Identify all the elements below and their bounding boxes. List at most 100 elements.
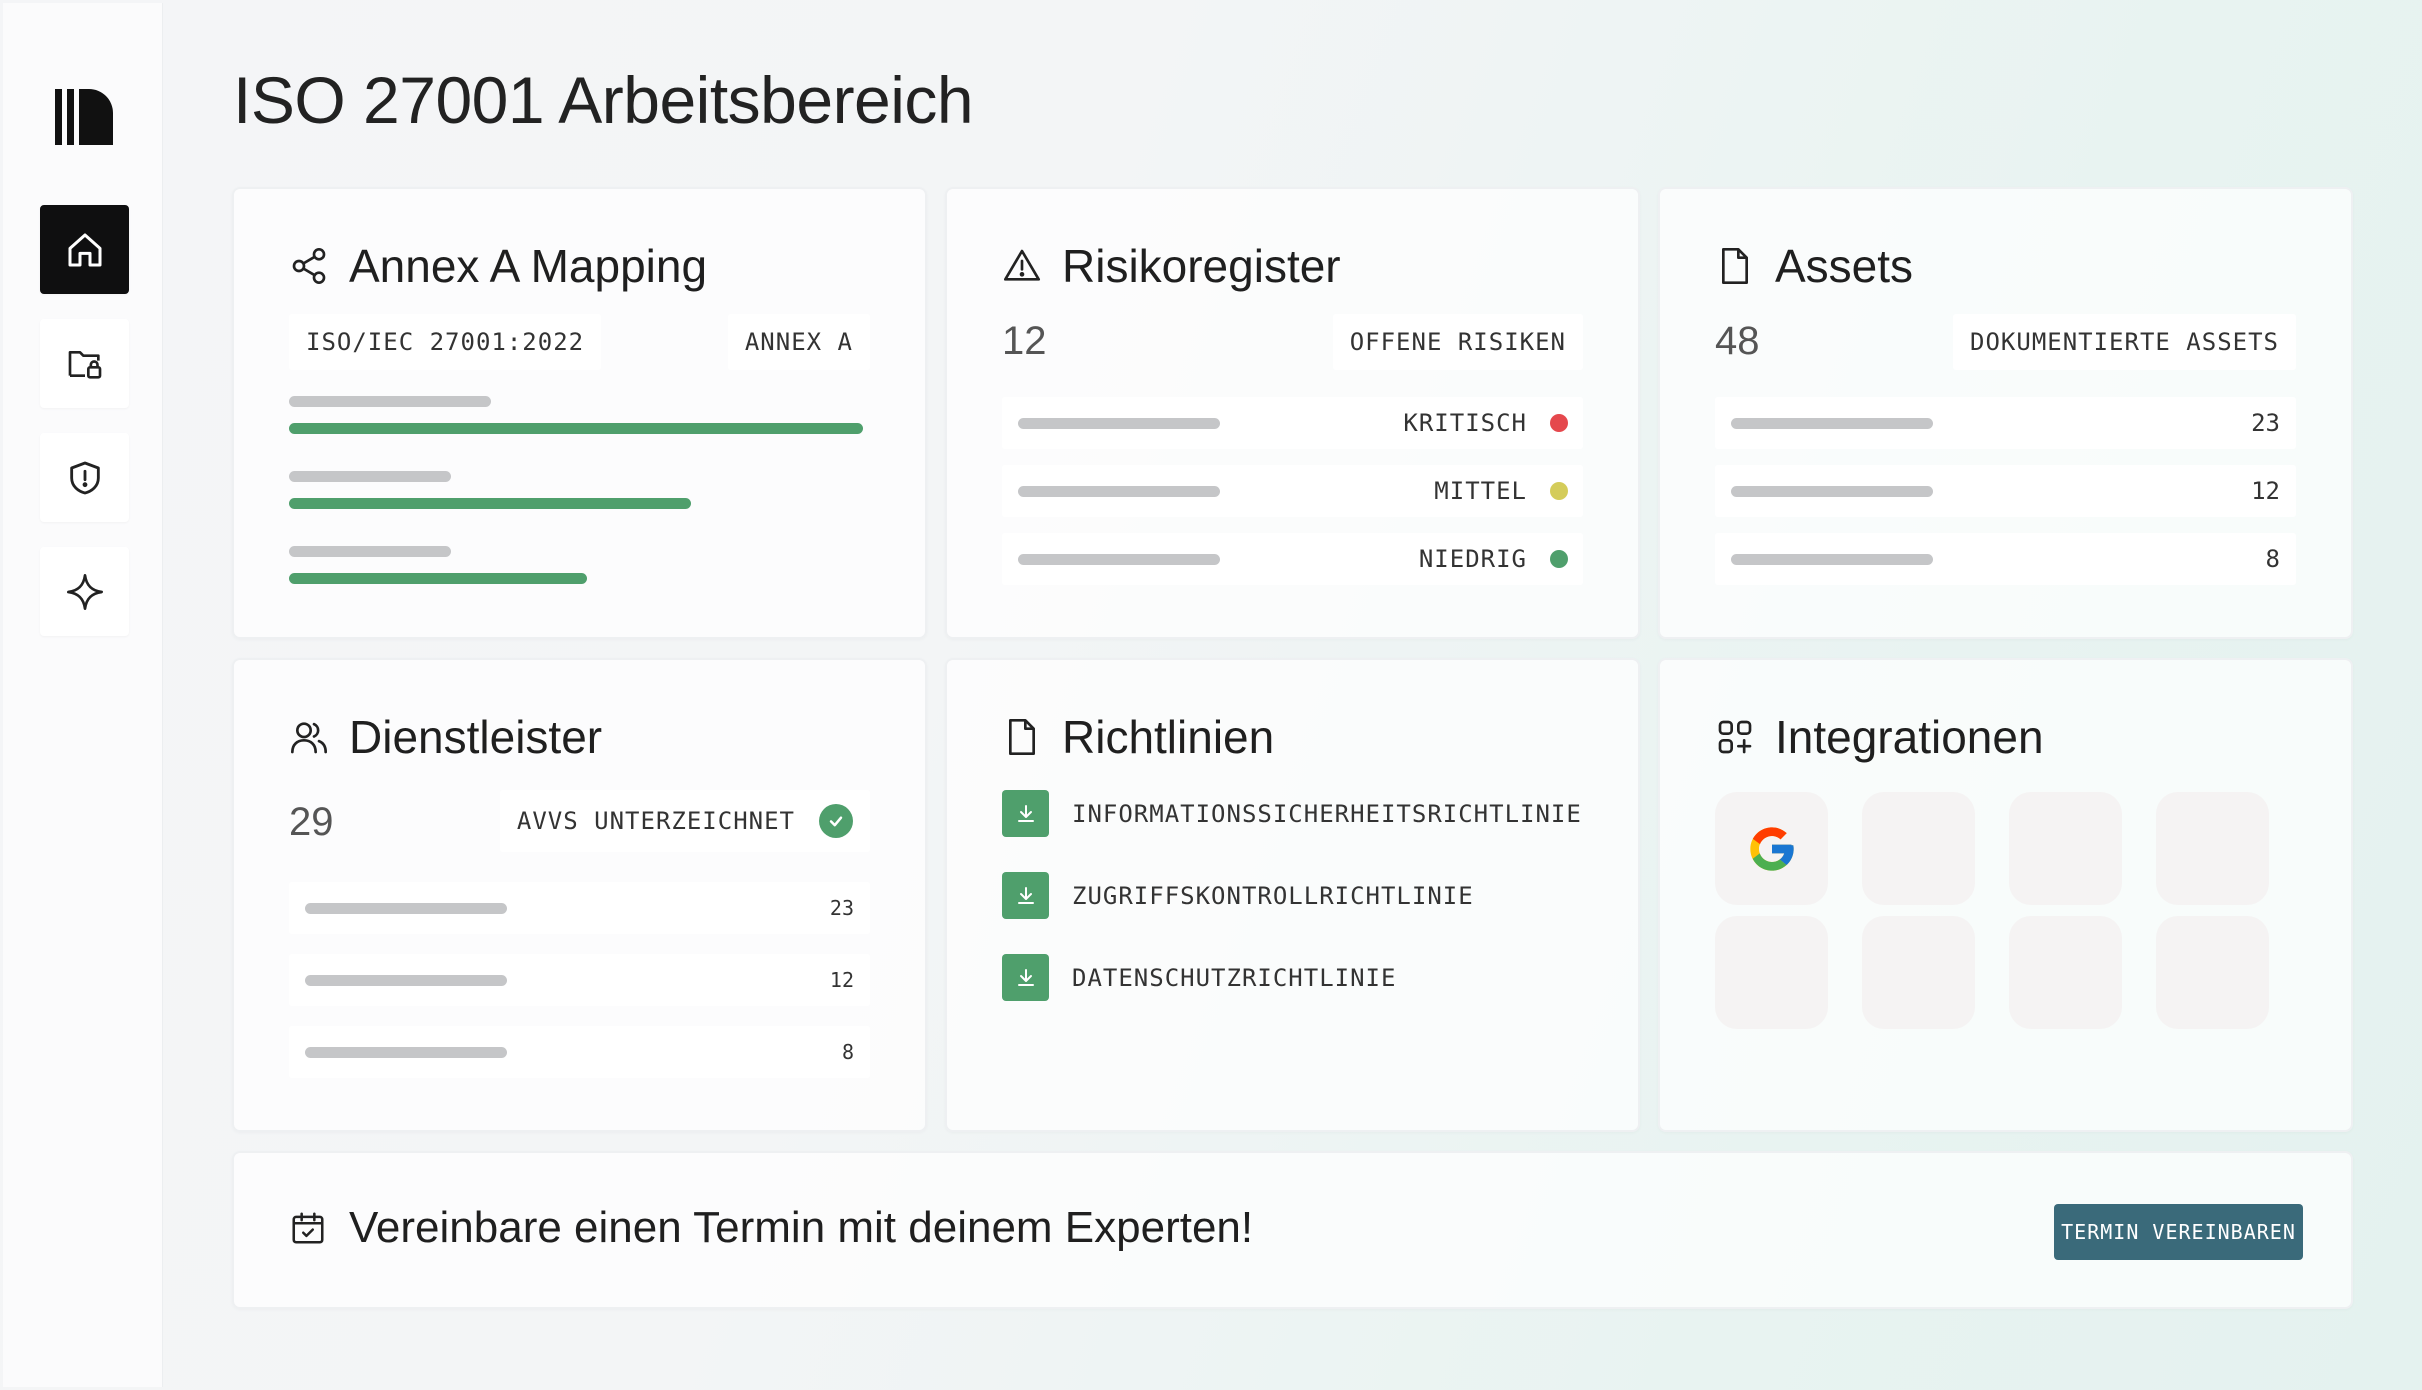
schedule-appointment-button[interactable]: TERMIN VEREINBAREN <box>2054 1204 2303 1260</box>
annex-a-tag: ANNEX A <box>727 314 870 370</box>
integrations-title: Integrationen <box>1775 711 2044 763</box>
asset-row-count: 12 <box>2251 477 2280 505</box>
sparkle-icon <box>66 573 103 610</box>
risk-row-low[interactable]: NIEDRIG <box>1002 533 1583 585</box>
download-icon[interactable] <box>1002 954 1049 1001</box>
page-title: ISO 27001 Arbeitsbereich <box>233 63 974 137</box>
policy-label: ZUGRIFFSKONTROLLRICHTLINIE <box>1072 881 1474 910</box>
cta-message: Vereinbare einen Termin mit deinem Exper… <box>289 1203 1253 1253</box>
asset-row[interactable]: 12 <box>1715 465 2296 517</box>
provider-row[interactable]: 23 <box>289 882 870 934</box>
download-icon[interactable] <box>1002 790 1049 837</box>
integration-tile-empty[interactable] <box>2009 792 2122 905</box>
provider-label-bar <box>305 1047 507 1058</box>
integration-tile-empty[interactable] <box>1862 792 1975 905</box>
avv-status-tag: AVVS UNTERZEICHNET <box>499 790 870 852</box>
policy-item[interactable]: INFORMATIONSSICHERHEITSRICHTLINIE <box>1002 790 1582 837</box>
risk-header: Risikoregister <box>1002 239 1341 293</box>
annex-card[interactable]: Annex A Mapping ISO/IEC 27001:2022 ANNEX… <box>232 187 927 639</box>
assets-header: Assets <box>1715 239 1913 293</box>
asset-label-bar <box>1731 418 1933 429</box>
provider-row[interactable]: 8 <box>289 1026 870 1078</box>
assets-title: Assets <box>1775 240 1914 292</box>
asset-row[interactable]: 23 <box>1715 397 2296 449</box>
users-icon <box>291 722 327 754</box>
open-risks-tag: OFFENE RISIKEN <box>1332 314 1583 370</box>
asset-row-count: 23 <box>2251 409 2280 437</box>
providers-title: Dienstleister <box>349 711 603 763</box>
integration-tile-google[interactable] <box>1715 792 1828 905</box>
risk-title: Risikoregister <box>1062 240 1341 292</box>
provider-row-count: 12 <box>829 968 854 992</box>
integration-tile-empty[interactable] <box>1862 916 1975 1029</box>
document-icon <box>1009 719 1035 755</box>
open-risks-count: 12 <box>1002 319 1047 363</box>
policies-card[interactable]: Richtlinien INFORMATIONSSICHERHEITSRICHT… <box>945 658 1640 1132</box>
integrations-card[interactable]: Integrationen <box>1658 658 2353 1132</box>
asset-label-bar <box>1731 554 1933 565</box>
risk-level-label: NIEDRIG <box>1418 545 1527 573</box>
integrations-header: Integrationen <box>1715 710 2044 764</box>
policy-item[interactable]: DATENSCHUTZRICHTLINIE <box>1002 954 1396 1001</box>
avv-status-label: AVVS UNTERZEICHNET <box>516 807 795 835</box>
providers-header: Dienstleister <box>289 710 602 764</box>
download-icon[interactable] <box>1002 872 1049 919</box>
cta-text: Vereinbare einen Termin mit deinem Exper… <box>349 1203 1254 1252</box>
policies-header: Richtlinien <box>1002 710 1274 764</box>
document-icon <box>1722 248 1748 284</box>
control-label-bar <box>289 471 451 482</box>
status-dot-critical <box>1550 414 1568 432</box>
assets-count: 48 <box>1715 319 1760 363</box>
control-progress-bar <box>289 423 863 434</box>
sidebar-item-sparkle[interactable] <box>40 547 129 636</box>
risk-card[interactable]: Risikoregister 12 OFFENE RISIKEN KRITISC… <box>945 187 1640 639</box>
cta-banner: Vereinbare einen Termin mit deinem Exper… <box>232 1151 2353 1309</box>
control-progress-bar <box>289 573 587 584</box>
risk-label-bar <box>1018 486 1220 497</box>
policy-label: INFORMATIONSSICHERHEITSRICHTLINIE <box>1072 799 1582 828</box>
calendar-check-icon <box>292 1212 324 1244</box>
iso-standard-tag: ISO/IEC 27001:2022 <box>289 314 602 370</box>
assets-card[interactable]: Assets 48 DOKUMENTIERTE ASSETS 23 12 8 <box>1658 187 2353 639</box>
share-nodes-icon <box>292 248 326 284</box>
integration-tile-empty[interactable] <box>2156 792 2269 905</box>
integration-tile-empty[interactable] <box>2156 916 2269 1029</box>
control-label-bar <box>289 546 451 557</box>
annex-header: Annex A Mapping <box>289 239 707 293</box>
integration-tile-empty[interactable] <box>2009 916 2122 1029</box>
warning-triangle-icon <box>1004 249 1040 281</box>
provider-row[interactable]: 12 <box>289 954 870 1006</box>
providers-count: 29 <box>289 800 334 844</box>
provider-row-count: 8 <box>841 1040 854 1064</box>
sidebar-item-home[interactable] <box>40 205 129 294</box>
sidebar <box>3 3 163 1387</box>
asset-row-count: 8 <box>2265 545 2280 573</box>
risk-level-label: MITTEL <box>1434 477 1527 505</box>
assets-tag: DOKUMENTIERTE ASSETS <box>1953 314 2296 370</box>
policies-title: Richtlinien <box>1062 711 1275 763</box>
risk-row-critical[interactable]: KRITISCH <box>1002 397 1583 449</box>
sidebar-item-shield[interactable] <box>40 433 129 522</box>
annex-title: Annex A Mapping <box>349 240 708 292</box>
policy-item[interactable]: ZUGRIFFSKONTROLLRICHTLINIE <box>1002 872 1474 919</box>
google-icon <box>1749 826 1794 871</box>
sidebar-item-folder-lock[interactable] <box>40 319 129 408</box>
risk-level-label: KRITISCH <box>1403 409 1527 437</box>
asset-label-bar <box>1731 486 1933 497</box>
provider-label-bar <box>305 975 507 986</box>
shield-alert-icon <box>69 461 100 494</box>
risk-label-bar <box>1018 554 1220 565</box>
status-dot-medium <box>1550 482 1568 500</box>
control-progress-bar <box>289 498 691 509</box>
folder-lock-icon <box>68 350 101 379</box>
provider-label-bar <box>305 903 507 914</box>
policy-label: DATENSCHUTZRICHTLINIE <box>1072 963 1397 992</box>
logo <box>55 89 113 145</box>
apps-add-icon <box>1718 720 1752 754</box>
asset-row[interactable]: 8 <box>1715 533 2296 585</box>
providers-card[interactable]: Dienstleister 29 AVVS UNTERZEICHNET 23 1… <box>232 658 927 1132</box>
home-icon <box>68 233 101 266</box>
control-label-bar <box>289 396 491 407</box>
integration-tile-empty[interactable] <box>1715 916 1828 1029</box>
risk-row-medium[interactable]: MITTEL <box>1002 465 1583 517</box>
